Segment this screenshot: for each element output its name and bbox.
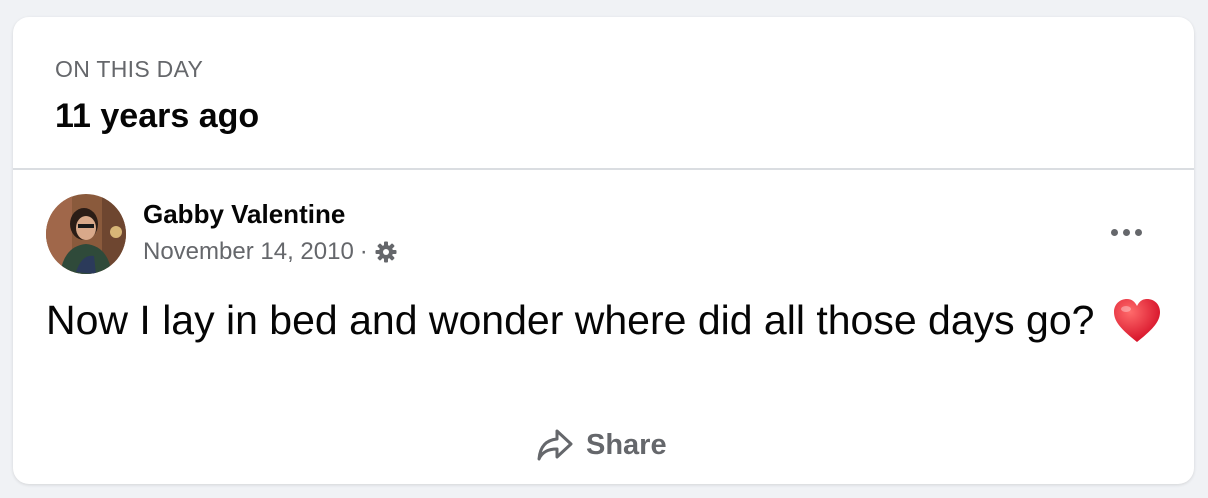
memory-title: 11 years ago [55, 97, 260, 135]
memory-kicker: ON THIS DAY [55, 56, 204, 82]
more-dot [1134, 228, 1142, 236]
share-button[interactable]: Share [536, 423, 667, 467]
avatar[interactable] [46, 194, 126, 274]
memory-card: ON THIS DAY 11 years ago Gabby Valentine… [13, 17, 1194, 484]
memory-header: ON THIS DAY 11 years ago [13, 17, 1194, 170]
avatar-photo [46, 194, 126, 274]
meta-separator: · [359, 238, 368, 265]
more-dot [1110, 228, 1118, 236]
author-name[interactable]: Gabby Valentine [143, 198, 345, 230]
post-date[interactable]: November 14, 2010 [143, 238, 354, 266]
post-text: Now I lay in bed and wonder where did al… [46, 297, 1095, 343]
share-label: Share [586, 428, 667, 461]
gear-icon[interactable] [374, 240, 398, 264]
more-options-icon[interactable] [1101, 217, 1151, 247]
post-body: Now I lay in bed and wonder where did al… [46, 295, 1166, 345]
share-arrow-icon [536, 427, 574, 463]
post-meta: November 14, 2010 · [143, 236, 398, 268]
red-heart-icon [1112, 298, 1162, 344]
more-dot [1122, 228, 1130, 236]
